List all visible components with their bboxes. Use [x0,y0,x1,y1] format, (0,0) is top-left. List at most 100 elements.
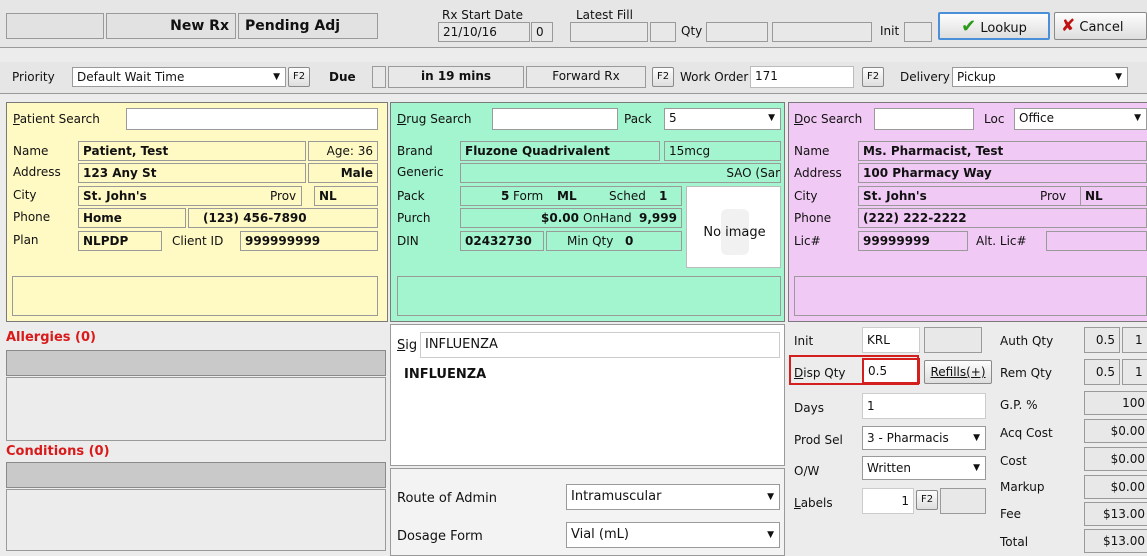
refills-button[interactable]: Refills(+) [924,360,992,384]
drug-din-label: DIN [397,234,419,248]
patient-prov-field[interactable]: NL [314,186,378,206]
drug-sched-value: 1 [659,189,668,203]
doc-prov-field[interactable]: NL [1080,186,1147,206]
markup-label: Markup [1000,480,1045,494]
labels-f2-button[interactable]: F2 [916,490,938,510]
patient-address-field[interactable]: 123 Any St [78,163,306,183]
sig-input[interactable]: INFLUENZA [420,332,780,358]
drug-minqty-field[interactable]: Min Qty 0 [546,231,682,251]
patient-client-id-field[interactable]: 999999999 [240,231,378,251]
auth-qty-field[interactable]: 0.5 [1084,327,1120,353]
allergies-heading: Allergies (0) [6,330,96,345]
doc-lic-field[interactable]: 99999999 [858,231,968,251]
due-blank-field[interactable] [372,66,386,88]
auth-qty-field-2[interactable]: 1 [1122,327,1147,353]
rem-qty-field-2[interactable]: 1 [1122,359,1147,385]
due-value-field: in 19 mins [388,66,524,88]
drug-pack-form-field[interactable]: 5 Form ML Sched 1 [460,186,682,206]
work-order-field[interactable]: 171 [750,66,854,88]
disp-init-field[interactable]: KRL [862,327,920,353]
patient-name-field[interactable]: Patient, Test [78,141,306,161]
work-order-f2-button[interactable]: F2 [862,67,884,87]
disp-init-field-2[interactable] [924,327,982,353]
doc-lic-label: Lic# [794,234,821,248]
drug-pack-dropdown[interactable]: 5 ▼ [664,108,781,130]
drug-din-field[interactable]: 02432730 [460,231,544,251]
priority-f2-button[interactable]: F2 [288,67,310,87]
doc-city-label: City [794,189,818,203]
latest-fill-field-2[interactable] [650,22,676,42]
fill-field-3[interactable] [772,22,872,42]
drug-purch-label: Purch [397,211,431,225]
delivery-dropdown[interactable]: Pickup ▼ [952,67,1128,87]
doc-notes-field[interactable] [794,276,1147,316]
cost-label: Cost [1000,454,1027,468]
days-label: Days [794,401,824,415]
drug-strength-field[interactable]: 15mcg [664,141,781,161]
gp-label: G.P. % [1000,398,1038,412]
priority-dropdown[interactable]: Default Wait Time ▼ [72,67,286,87]
ow-label: O/W [794,464,820,478]
disp-init-label: Init [794,334,814,348]
total-field[interactable]: $13.00 [1084,529,1147,553]
drug-purch-value: $0.00 [541,211,579,225]
conditions-list[interactable] [6,489,386,551]
doc-loc-dropdown[interactable]: Office ▼ [1014,108,1147,130]
drug-minqty-label: Min Qty [567,234,614,248]
doc-search-input[interactable] [874,108,974,130]
cost-field[interactable]: $0.00 [1084,447,1147,471]
lookup-button[interactable]: ✔ Lookup [938,12,1050,40]
rx-start-count-field[interactable]: 0 [531,22,553,42]
prod-sel-dropdown[interactable]: 3 - Pharmacis ▼ [862,426,986,450]
doc-loc-label: Loc [984,112,1005,126]
patient-phone-type-field[interactable]: Home [78,208,186,228]
doc-name-field[interactable]: Ms. Pharmacist, Test [858,141,1147,161]
doc-address-field[interactable]: 100 Pharmacy Way [858,163,1147,183]
patient-phone-field[interactable]: (123) 456-7890 [188,208,378,228]
drug-sched-label: Sched [609,189,646,203]
drug-minqty-value: 0 [625,234,634,248]
days-input[interactable]: 1 [862,393,986,419]
route-of-admin-dropdown[interactable]: Intramuscular ▼ [566,484,780,510]
auth-qty-label: Auth Qty [1000,334,1054,348]
conditions-header-bar [6,462,386,488]
patient-notes-field[interactable] [12,276,378,316]
qty-field[interactable] [706,22,768,42]
drug-generic-field[interactable]: SAO (Sar [460,163,781,183]
markup-field[interactable]: $0.00 [1084,475,1147,499]
gp-field[interactable]: 100 [1084,391,1147,415]
patient-search-input[interactable] [126,108,378,130]
acq-cost-field[interactable]: $0.00 [1084,419,1147,443]
allergies-list[interactable] [6,377,386,441]
chevron-down-icon: ▼ [767,530,774,540]
patient-plan-field[interactable]: NLPDP [78,231,162,251]
dosage-form-dropdown[interactable]: Vial (mL) ▼ [566,522,780,548]
patient-sex-field[interactable]: Male [308,163,378,183]
latest-fill-field-1[interactable] [570,22,648,42]
rx-start-date-field[interactable]: 21/10/16 [438,22,530,42]
drug-brand-field[interactable]: Fluzone Quadrivalent [460,141,660,161]
rem-qty-field[interactable]: 0.5 [1084,359,1120,385]
forward-rx-f2-button[interactable]: F2 [652,67,674,87]
doc-prov-label: Prov [1040,189,1067,203]
patient-plan-label: Plan [13,233,39,247]
fee-field[interactable]: $13.00 [1084,502,1147,526]
doc-alt-lic-field[interactable] [1046,231,1147,251]
new-rx-field: New Rx [106,13,236,39]
init-label: Init [880,24,900,38]
drug-search-input[interactable] [492,108,618,130]
drug-purch-field[interactable]: $0.00 OnHand 9,999 [460,208,682,228]
init-field[interactable] [904,22,932,42]
patient-city-field[interactable]: St. John's [78,186,302,206]
sig-label: Sig [397,338,418,353]
due-label: Due [329,70,356,84]
ow-dropdown[interactable]: Written ▼ [862,456,986,480]
doc-address-label: Address [794,166,842,180]
doc-phone-field[interactable]: (222) 222-2222 [858,208,1147,228]
doc-name-label: Name [794,144,830,158]
labels-extra-field[interactable] [940,488,986,514]
cancel-button[interactable]: ✘ Cancel [1054,12,1147,40]
patient-city-label: City [13,188,37,202]
labels-input[interactable]: 1 [862,488,914,514]
drug-notes-field[interactable] [397,276,781,316]
